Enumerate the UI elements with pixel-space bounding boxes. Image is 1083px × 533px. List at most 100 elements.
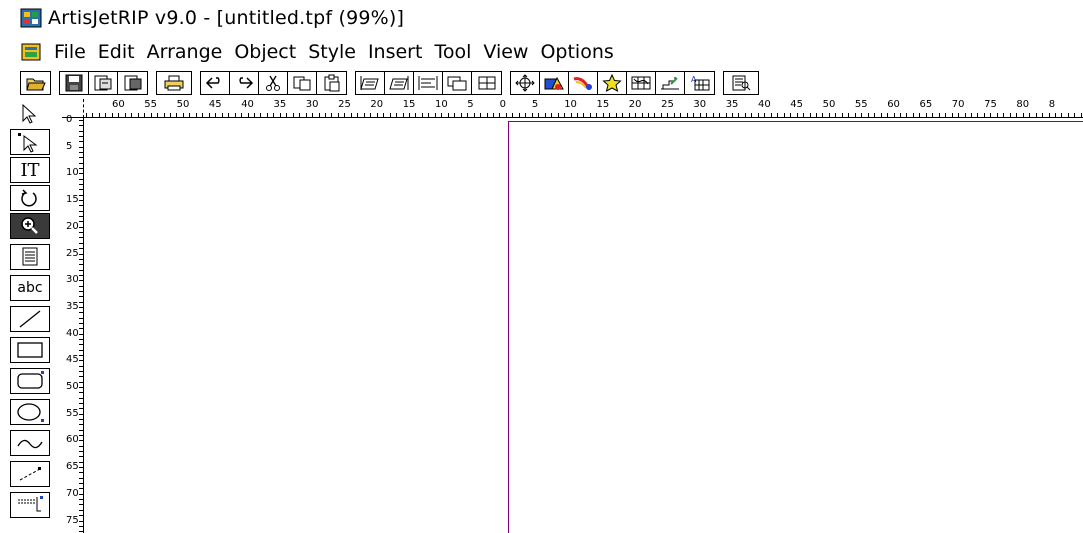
ruler-tick xyxy=(887,113,889,117)
ruler-tick xyxy=(706,113,708,117)
open-button[interactable] xyxy=(21,72,50,94)
ruler-tick-label: 15 xyxy=(66,194,79,206)
send-back-button[interactable] xyxy=(385,72,414,94)
ruler-tick xyxy=(79,397,83,399)
step-icon xyxy=(661,77,679,90)
menu-tool[interactable]: Tool xyxy=(434,41,471,63)
zoom-tool[interactable] xyxy=(10,213,50,239)
ruler-tick-label: 0 xyxy=(499,99,506,110)
redo-button[interactable] xyxy=(230,72,259,94)
node-select-tool[interactable] xyxy=(10,129,50,155)
copy-button[interactable] xyxy=(288,72,317,94)
text-frame-tool[interactable]: abc xyxy=(10,275,50,301)
ruler-tick xyxy=(732,113,733,117)
ruler-tick xyxy=(512,113,514,117)
ruler-tick xyxy=(467,113,469,117)
map-icon xyxy=(631,76,651,90)
rounded-rectangle-tool[interactable] xyxy=(10,368,50,394)
menu-insert[interactable]: Insert xyxy=(368,41,423,63)
align-icon xyxy=(418,76,438,90)
tab-ruler-icon xyxy=(18,496,43,512)
curve-tool[interactable] xyxy=(10,430,50,456)
dimension-tool[interactable] xyxy=(10,461,50,487)
menu-arrange[interactable]: Arrange xyxy=(147,41,223,63)
ruler-tick xyxy=(163,113,165,117)
ruler-tick xyxy=(79,419,83,421)
menu-style[interactable]: Style xyxy=(308,41,356,63)
save-button[interactable] xyxy=(60,72,89,94)
ruler-tick xyxy=(376,113,378,117)
align-button[interactable] xyxy=(414,72,443,94)
import-button[interactable] xyxy=(89,72,118,94)
document-icon[interactable] xyxy=(20,41,44,63)
menu-file[interactable]: File xyxy=(54,41,86,63)
export-button[interactable] xyxy=(118,72,147,94)
tab-ruler-tool[interactable] xyxy=(10,492,50,518)
ruler-tick-label: 8 xyxy=(1048,99,1056,110)
bring-front-button[interactable] xyxy=(356,72,385,94)
ruler-tick xyxy=(809,113,811,117)
menu-view[interactable]: View xyxy=(483,41,528,63)
ruler-tick xyxy=(770,113,772,117)
ruler-tick xyxy=(79,451,83,453)
map-button[interactable] xyxy=(627,72,656,94)
ruler-tick xyxy=(266,113,268,117)
ruler-tick xyxy=(654,113,656,117)
color-button[interactable] xyxy=(569,72,598,94)
undo-button[interactable] xyxy=(201,72,230,94)
ruler-tick xyxy=(370,113,372,117)
menu-options[interactable]: Options xyxy=(540,41,613,63)
ruler-tick xyxy=(79,445,83,447)
ruler-tick xyxy=(1048,113,1050,117)
text-table-button[interactable]: A xyxy=(685,72,714,94)
ruler-tick xyxy=(79,520,83,522)
preview-button[interactable] xyxy=(724,72,758,94)
ruler-tick xyxy=(79,504,83,506)
vertical-ruler[interactable]: 0 5 10 15 20 25 30 35 40 45 50 55 60 65 70 75 xyxy=(62,114,84,533)
select-tool[interactable] xyxy=(10,101,50,127)
ruler-tick xyxy=(279,113,281,117)
ruler-tick xyxy=(79,365,83,367)
ruler-tick xyxy=(228,113,230,117)
text-tool[interactable]: IT xyxy=(10,157,50,183)
ruler-tick xyxy=(79,456,83,458)
ellipse-tool[interactable] xyxy=(10,399,50,425)
cut-button[interactable] xyxy=(259,72,288,94)
ruler-tick xyxy=(505,113,507,117)
ruler-tick xyxy=(912,113,914,117)
ruler-tick xyxy=(79,424,83,426)
ruler-tick xyxy=(79,290,83,292)
ruler-tick xyxy=(951,113,953,117)
horizontal-ruler[interactable]: 60 55 50 45 40 35 30 25 20 15 10 5 0 5 10 15 20 25 30 35 40 4… xyxy=(62,99,1083,118)
ruler-tick xyxy=(899,113,901,117)
menu-edit[interactable]: Edit xyxy=(98,41,135,63)
ruler-tick xyxy=(790,113,792,117)
ungroup-icon xyxy=(478,76,495,90)
rectangle-tool[interactable] xyxy=(10,337,50,363)
ruler-tick xyxy=(576,113,578,117)
menu-object[interactable]: Object xyxy=(234,41,296,63)
ruler-tick xyxy=(783,113,785,117)
ruler-tick xyxy=(79,264,83,266)
step-button[interactable] xyxy=(656,72,685,94)
ruler-tick xyxy=(98,113,100,117)
move-button[interactable] xyxy=(511,72,540,94)
paste-button[interactable] xyxy=(317,72,346,94)
ruler-tick-label: 40 xyxy=(241,99,254,110)
ruler-tick xyxy=(312,113,314,117)
line-tool[interactable] xyxy=(10,306,50,332)
ruler-tick xyxy=(79,408,83,410)
paragraph-tool[interactable] xyxy=(10,244,50,270)
ruler-tick xyxy=(421,113,423,117)
ruler-tick-label: 20 xyxy=(370,99,384,110)
star-button[interactable] xyxy=(598,72,627,94)
ruler-tick-label: 65 xyxy=(66,461,79,473)
rotate-tool[interactable] xyxy=(10,185,50,211)
ungroup-button[interactable] xyxy=(472,72,501,94)
ruler-tick xyxy=(602,113,604,117)
ruler-tick-label: 25 xyxy=(66,247,79,259)
print-button[interactable] xyxy=(157,72,191,94)
shapes-button[interactable] xyxy=(540,72,569,94)
title-bar: ArtisJetRIP v9.0 - [untitled.tpf (99%)] xyxy=(0,0,1083,36)
group-button[interactable] xyxy=(443,72,472,94)
